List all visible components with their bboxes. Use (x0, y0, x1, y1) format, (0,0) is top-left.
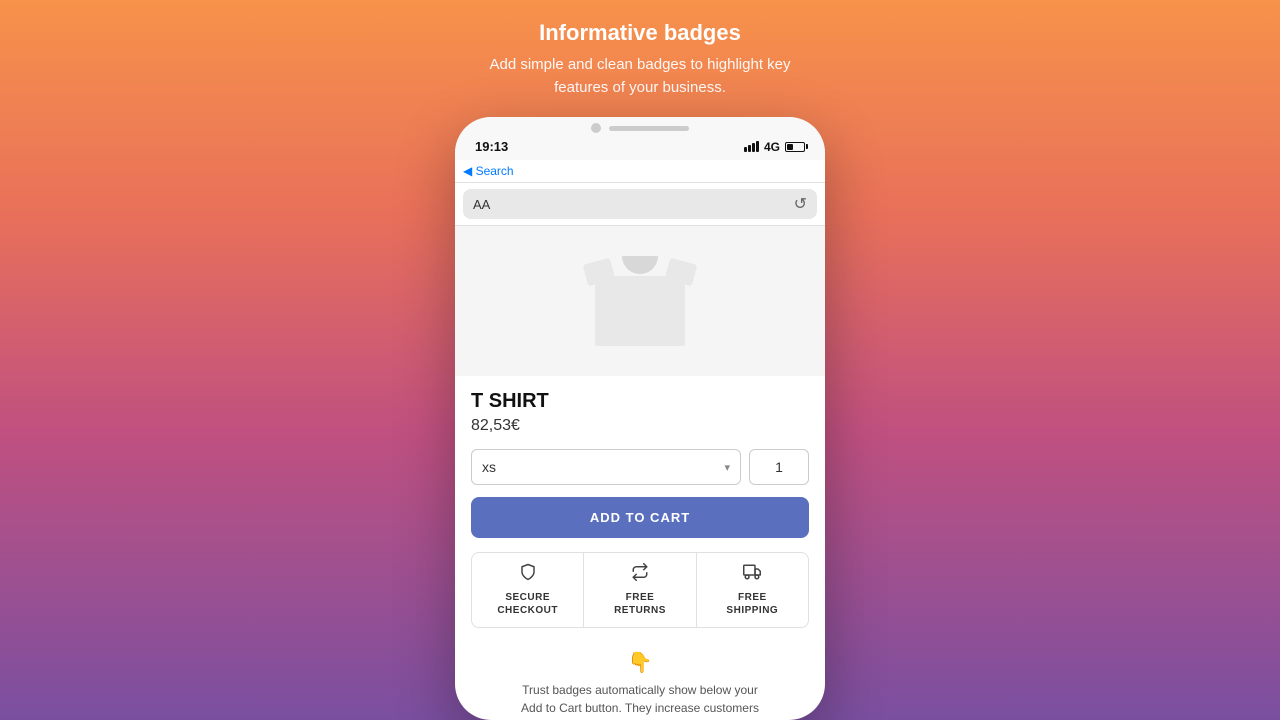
tshirt-body (595, 276, 685, 346)
signal-bar-4 (756, 141, 759, 152)
phone-notch (471, 123, 809, 133)
signal-bar-3 (752, 143, 755, 152)
browser-bar: ◀ Search (455, 160, 825, 183)
bottom-section: 👇 Trust badges automatically show below … (455, 642, 825, 720)
page-subtitle: Add simple and clean badges to highlight… (489, 54, 790, 99)
shipping-icon (743, 563, 761, 586)
product-price: 82,53€ (471, 417, 809, 435)
phone-top-bar: 19:13 4G (455, 117, 825, 160)
returns-icon (631, 563, 649, 586)
signal-bars (744, 141, 759, 152)
phone-camera (591, 123, 601, 133)
badge-free-shipping: FREESHIPPING (697, 553, 808, 627)
signal-bar-1 (744, 147, 747, 152)
quantity-input[interactable]: 1 (749, 449, 809, 485)
badge-free-returns: FREERETURNS (584, 553, 696, 627)
add-to-cart-button[interactable]: ADD TO CART (471, 497, 809, 538)
trust-badges: SECURECHECKOUT FREERETURNS (471, 552, 809, 628)
address-text: AA (473, 197, 490, 212)
tshirt-image (585, 256, 695, 346)
shield-icon (519, 563, 537, 586)
status-time: 19:13 (475, 139, 508, 154)
phone-mockup: 19:13 4G ◀ Search AA ↺ (455, 117, 825, 720)
back-search-btn[interactable]: ◀ Search (463, 164, 514, 178)
product-info: T SHIRT 82,53€ (455, 376, 825, 435)
tshirt-collar (622, 256, 658, 274)
product-image-area (455, 226, 825, 376)
badge-secure-checkout: SECURECHECKOUT (472, 553, 584, 627)
size-value: xs (482, 459, 496, 475)
address-bar[interactable]: AA ↺ (463, 189, 817, 219)
badge-shipping-label: FREESHIPPING (726, 591, 778, 617)
reload-button[interactable]: ↺ (794, 194, 807, 214)
network-label: 4G (764, 140, 780, 154)
badge-returns-label: FREERETURNS (614, 591, 666, 617)
signal-bar-2 (748, 145, 751, 152)
page-title: Informative badges (489, 20, 790, 46)
phone-notch-bar (609, 126, 689, 131)
browser-area: ◀ Search AA ↺ (455, 160, 825, 226)
status-bar: 19:13 4G (471, 137, 809, 156)
badge-secure-label: SECURECHECKOUT (497, 591, 558, 617)
page-header: Informative badges Add simple and clean … (469, 20, 810, 99)
battery-icon (785, 142, 805, 152)
bottom-text: Trust badges automatically show below yo… (471, 681, 809, 720)
product-controls: xs ▾ 1 (455, 449, 825, 485)
chevron-down-icon: ▾ (724, 461, 730, 474)
product-name: T SHIRT (471, 390, 809, 413)
pointer-emoji: 👇 (471, 650, 809, 675)
status-icons: 4G (744, 140, 805, 154)
battery-fill (787, 144, 793, 150)
size-select[interactable]: xs ▾ (471, 449, 741, 485)
